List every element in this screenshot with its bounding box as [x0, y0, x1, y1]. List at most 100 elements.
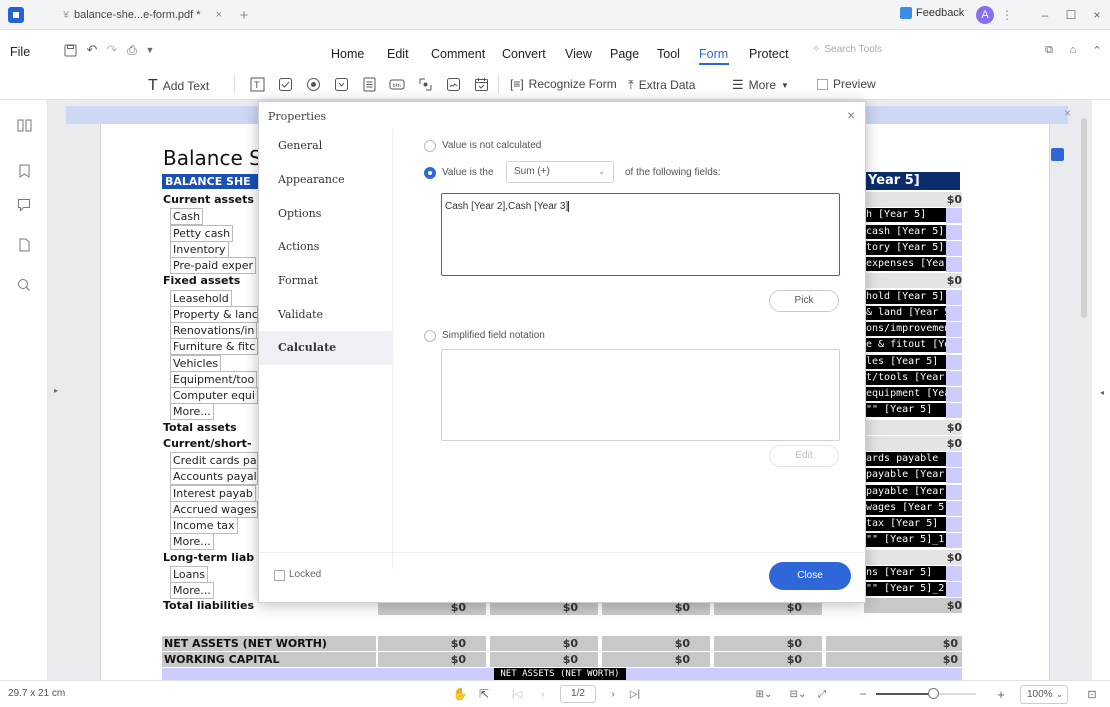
close-tab-icon[interactable]: × [216, 9, 222, 21]
row-label[interactable]: Pre-paid exper [170, 257, 257, 274]
row-label[interactable]: Credit cards pa [170, 452, 258, 469]
combo-box-field-icon[interactable] [332, 75, 350, 93]
page-view-icon[interactable]: ⊞⌄ [752, 686, 776, 702]
close-window-icon[interactable]: × [1090, 7, 1104, 23]
form-field[interactable]: expenses [Year [864, 257, 946, 271]
close-highlight-icon[interactable]: × [1064, 106, 1071, 120]
menu-view[interactable]: View [565, 47, 592, 61]
avatar[interactable]: A [976, 6, 994, 24]
attachment-icon[interactable] [14, 236, 34, 254]
vertical-scrollbar[interactable] [1081, 118, 1087, 318]
zoom-out-icon[interactable]: − [856, 686, 870, 702]
row-label[interactable]: Furniture & fitc [170, 338, 258, 356]
zoom-in-icon[interactable]: + [994, 686, 1008, 702]
row-label[interactable]: Property & lanc [170, 305, 258, 323]
search-icon[interactable] [14, 276, 34, 294]
zoom-select[interactable]: 100% ⌄ [1020, 685, 1068, 704]
search-tools[interactable]: ✧ Search Tools [812, 44, 882, 55]
first-page-icon[interactable]: |◁ [510, 686, 524, 702]
menu-comment[interactable]: Comment [431, 47, 485, 61]
collapse-right-arrow-icon[interactable]: ◂ [1100, 388, 1104, 397]
save-icon[interactable] [62, 42, 78, 58]
row-label[interactable]: Accrued wages [170, 500, 258, 518]
share-icon[interactable]: ⌂ [1066, 42, 1080, 58]
form-field[interactable]: tax [Year 5] [864, 517, 946, 531]
document-tab[interactable]: balance-she...e-form.pdf * × [74, 0, 222, 30]
radio-button-field-icon[interactable] [304, 75, 322, 93]
menu-edit[interactable]: Edit [387, 47, 409, 61]
row-label[interactable]: Petty cash [170, 224, 234, 242]
feedback-button[interactable]: Feedback [900, 7, 964, 19]
hand-tool-icon[interactable]: ✋ [452, 686, 468, 702]
form-field[interactable]: t/tools [Year 5 [864, 370, 946, 385]
more-vertical-icon[interactable]: ⋮ [1001, 7, 1013, 23]
form-field[interactable]: payable [Year [864, 484, 946, 499]
form-field[interactable]: ns [Year 5] [864, 565, 946, 580]
menu-tool[interactable]: Tool [657, 47, 680, 61]
button-field-icon[interactable]: btn [388, 75, 406, 93]
fields-textarea[interactable]: Cash [Year 2],Cash [Year 3] [441, 193, 840, 276]
not-calculated-radio[interactable] [424, 140, 436, 152]
row-label[interactable]: Computer equi [170, 387, 258, 404]
open-external-icon[interactable]: ⧉ [1042, 42, 1056, 58]
form-fields-panel-icon[interactable] [1051, 148, 1064, 161]
operation-select[interactable]: Sum (+) ⌄ [506, 161, 614, 183]
bookmark-icon[interactable] [14, 162, 34, 180]
menu-form[interactable]: Form [699, 47, 728, 61]
row-label[interactable]: Income tax [170, 517, 238, 534]
extra-data-button[interactable]: ⤒ Extra Data [628, 77, 695, 93]
redo-icon[interactable]: ↷ [104, 42, 120, 58]
next-page-icon[interactable]: › [606, 686, 620, 702]
nav-options[interactable]: Options [259, 197, 393, 231]
new-tab-icon[interactable]: + [236, 6, 252, 24]
collapse-ribbon-icon[interactable]: ⌃ [1090, 42, 1104, 58]
nav-actions[interactable]: Actions [259, 230, 393, 264]
select-tool-icon[interactable]: ⇱ [476, 686, 492, 702]
form-field[interactable]: hold [Year 5] [864, 289, 946, 304]
quick-access-dropdown-icon[interactable]: ▼ [144, 42, 156, 58]
zoom-slider-handle[interactable] [928, 688, 939, 699]
fit-page-icon[interactable]: ⊡ [1084, 686, 1100, 702]
menu-convert[interactable]: Convert [502, 47, 546, 61]
image-field-icon[interactable] [416, 75, 434, 93]
row-label[interactable]: Renovations/in [170, 322, 258, 339]
collapse-left-arrow-icon[interactable]: ▸ [54, 386, 58, 395]
row-label[interactable]: More... [170, 403, 214, 421]
list-box-field-icon[interactable] [360, 75, 378, 93]
recognize-form-button[interactable]: [≡] Recognize Form [510, 77, 617, 91]
undo-icon[interactable]: ↶ [84, 42, 100, 58]
form-field[interactable]: equipment [Yea [864, 387, 946, 401]
form-field[interactable]: h [Year 5] [864, 208, 946, 223]
simplified-textarea[interactable] [441, 349, 840, 441]
comment-panel-icon[interactable] [14, 196, 34, 214]
menu-home[interactable]: Home [331, 47, 364, 61]
row-label[interactable]: Accounts payal [170, 468, 258, 486]
date-field-icon[interactable] [472, 75, 490, 93]
form-field[interactable]: & land [Year 5 [864, 305, 946, 320]
page-indicator[interactable]: 1/2 [560, 685, 596, 703]
row-label[interactable]: Inventory [170, 240, 229, 258]
pick-button[interactable]: Pick [769, 290, 839, 312]
last-page-icon[interactable]: ▷| [628, 686, 642, 702]
nav-general[interactable]: General [259, 129, 393, 163]
signature-field-icon[interactable] [444, 75, 462, 93]
row-label[interactable]: More... [170, 582, 214, 599]
menu-file[interactable]: File [10, 45, 30, 59]
nav-appearance[interactable]: Appearance [259, 163, 393, 197]
menu-page[interactable]: Page [610, 47, 639, 61]
print-icon[interactable]: ⎙ [124, 42, 140, 58]
form-field[interactable]: "" [Year 5]_1 [864, 533, 946, 548]
locked-checkbox[interactable] [274, 570, 285, 581]
simplified-radio[interactable] [424, 330, 436, 342]
row-label[interactable]: Loans [170, 565, 209, 583]
zoom-slider[interactable] [876, 688, 976, 699]
form-field[interactable]: ons/improvement [864, 322, 946, 336]
row-label[interactable]: Cash [170, 208, 204, 226]
form-field[interactable]: "" [Year 5] [864, 403, 946, 418]
more-button[interactable]: ☰ More ▼ [732, 77, 789, 93]
preview-checkbox[interactable] [817, 78, 828, 90]
text-field-icon[interactable]: T [248, 75, 266, 93]
nav-validate[interactable]: Validate [259, 298, 393, 332]
minimize-icon[interactable]: – [1038, 7, 1052, 23]
prev-page-icon[interactable]: ‹ [536, 686, 550, 702]
